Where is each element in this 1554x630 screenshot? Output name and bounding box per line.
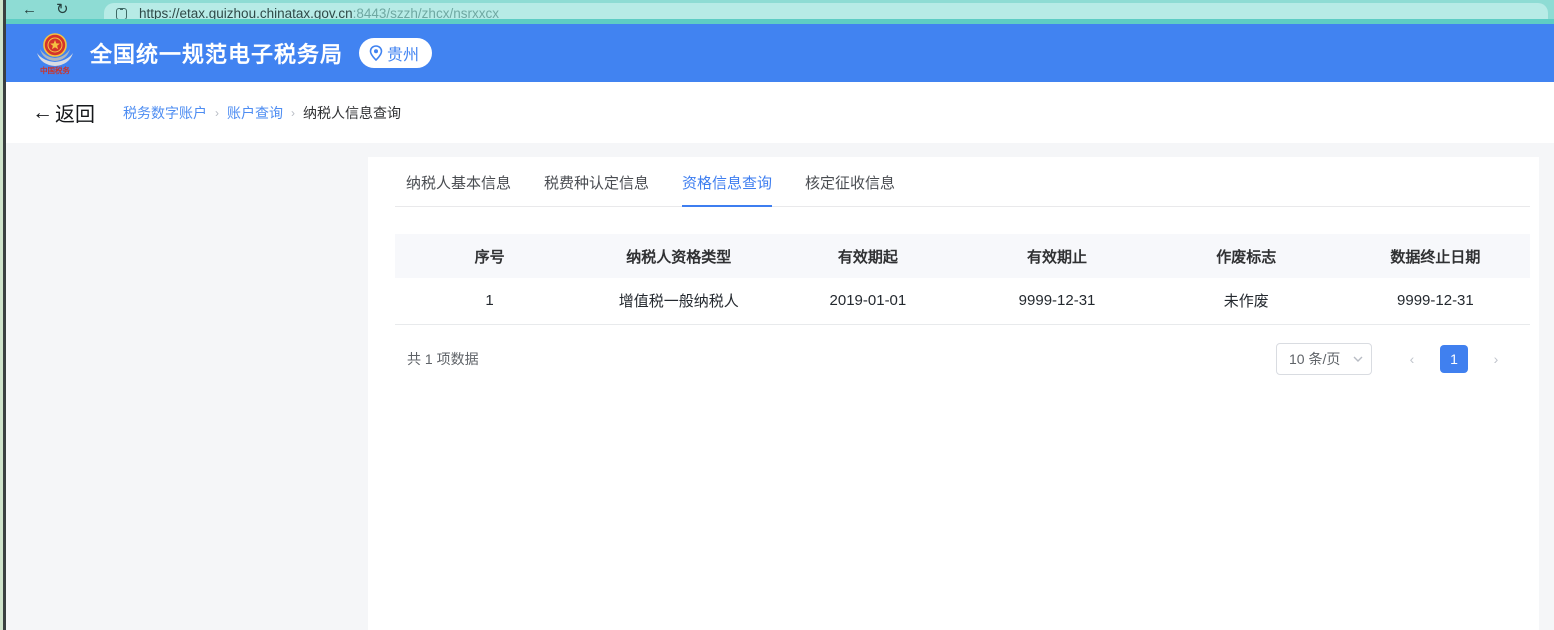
table-header-row: 序号 纳税人资格类型 有效期起 有效期止 作废标志 数据终止日期 — [395, 234, 1530, 278]
window-border — [3, 0, 6, 630]
table-footer: 共 1 项数据 10 条/页 ‹ 1 › — [395, 343, 1530, 375]
location-label: 贵州 — [387, 41, 419, 65]
chevron-down-icon — [1353, 356, 1363, 362]
col-valid-to: 有效期止 — [962, 234, 1151, 278]
tab-qualification-info[interactable]: 资格信息查询 — [682, 172, 772, 206]
breadcrumb: 税务数字账户 › 账户查询 › 纳税人信息查询 — [123, 103, 401, 123]
browser-back-icon[interactable]: ← — [22, 0, 37, 19]
tax-bureau-logo-icon: 中国税务 — [33, 31, 77, 75]
tab-bar: 纳税人基本信息 税费种认定信息 资格信息查询 核定征收信息 — [395, 172, 1530, 207]
site-info-icon[interactable] — [116, 8, 127, 20]
page-size-value: 10 条/页 — [1289, 349, 1353, 369]
breadcrumb-item-current: 纳税人信息查询 — [303, 103, 401, 123]
col-qualification-type: 纳税人资格类型 — [584, 234, 773, 278]
col-void-flag: 作废标志 — [1152, 234, 1341, 278]
pagination: 10 条/页 ‹ 1 › — [1276, 343, 1510, 375]
back-button[interactable]: ← 返回 — [32, 98, 95, 127]
page-1-button[interactable]: 1 — [1440, 345, 1468, 373]
cell-valid-to: 9999-12-31 — [962, 278, 1151, 324]
col-seq: 序号 — [395, 234, 584, 278]
next-page-button[interactable]: › — [1482, 345, 1510, 373]
table-row: 1 增值税一般纳税人 2019-01-01 9999-12-31 未作废 999… — [395, 278, 1530, 324]
query-result-card: 纳税人基本信息 税费种认定信息 资格信息查询 核定征收信息 序号 纳税人资格类型… — [368, 157, 1539, 630]
browser-toolbar: ← ↻ https://etax.guizhou.chinatax.gov.cn… — [0, 0, 1554, 19]
back-arrow-icon: ← — [32, 101, 53, 125]
browser-reload-icon[interactable]: ↻ — [56, 0, 69, 19]
location-pin-icon — [369, 45, 383, 61]
breadcrumb-bar: ← 返回 税务数字账户 › 账户查询 › 纳税人信息查询 — [0, 82, 1554, 143]
breadcrumb-item-account-query[interactable]: 账户查询 — [227, 103, 283, 123]
prev-page-button[interactable]: ‹ — [1398, 345, 1426, 373]
page-size-select[interactable]: 10 条/页 — [1276, 343, 1372, 375]
breadcrumb-separator-icon: › — [215, 106, 219, 120]
cell-void-flag: 未作废 — [1152, 278, 1341, 324]
breadcrumb-separator-icon: › — [291, 106, 295, 120]
cell-valid-from: 2019-01-01 — [773, 278, 962, 324]
total-count-label: 共 1 项数据 — [407, 349, 479, 369]
breadcrumb-item-digital-account[interactable]: 税务数字账户 — [123, 103, 207, 123]
tab-assessed-collection[interactable]: 核定征收信息 — [805, 172, 895, 206]
col-data-end-date: 数据终止日期 — [1341, 234, 1530, 278]
tab-taxpayer-basic-info[interactable]: 纳税人基本信息 — [406, 172, 511, 206]
tab-tax-type-recognition[interactable]: 税费种认定信息 — [544, 172, 649, 206]
app-title: 全国统一规范电子税务局 — [90, 37, 343, 69]
location-badge[interactable]: 贵州 — [359, 38, 432, 68]
cell-seq: 1 — [395, 278, 584, 324]
col-valid-from: 有效期起 — [773, 234, 962, 278]
cell-data-end-date: 9999-12-31 — [1341, 278, 1530, 324]
back-label: 返回 — [55, 98, 95, 127]
page-content: 纳税人基本信息 税费种认定信息 资格信息查询 核定征收信息 序号 纳税人资格类型… — [0, 143, 1554, 630]
app-header: 中国税务 全国统一规范电子税务局 贵州 — [0, 24, 1554, 82]
qualification-table: 序号 纳税人资格类型 有效期起 有效期止 作废标志 数据终止日期 1 增值税一般… — [395, 234, 1530, 325]
svg-text:中国税务: 中国税务 — [40, 65, 70, 75]
cell-qualification-type: 增值税一般纳税人 — [584, 278, 773, 324]
